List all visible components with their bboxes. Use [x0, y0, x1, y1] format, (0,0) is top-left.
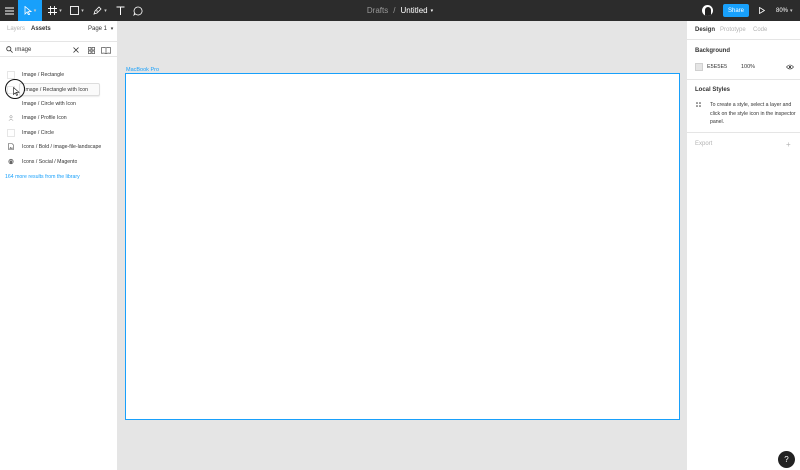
tab-design[interactable]: Design: [695, 27, 715, 33]
comment-bubble-icon: [133, 6, 143, 16]
background-opacity-value[interactable]: 100%: [741, 64, 755, 70]
page-selector[interactable]: Page 1 ▾: [88, 26, 113, 32]
move-tool-button[interactable]: ▾: [18, 0, 42, 21]
background-section-title: Background: [695, 48, 731, 54]
rectangle-thumb-icon: [7, 70, 15, 79]
chevron-down-icon: ▾: [104, 7, 107, 14]
main-menu-button[interactable]: [0, 0, 18, 21]
asset-label: Icons / Social / Magento: [22, 158, 78, 165]
background-hex-value[interactable]: E5E5E5: [707, 64, 727, 70]
asset-item[interactable]: Image / Circle: [0, 126, 118, 139]
eye-icon[interactable]: [786, 64, 794, 70]
divider: [687, 39, 800, 40]
asset-label: Image / Rectangle with Icon: [24, 86, 89, 93]
circle-icon-thumb-icon: [7, 99, 15, 108]
zoom-label: 80%: [776, 7, 789, 14]
macbook-pro-frame[interactable]: [125, 73, 680, 420]
clear-search-button[interactable]: [72, 46, 80, 54]
help-button[interactable]: ?: [778, 451, 795, 468]
frame-tool-button[interactable]: ▾: [44, 0, 66, 21]
present-button[interactable]: [757, 6, 766, 15]
asset-label: Icons / Bold / image-file-landscape: [22, 143, 102, 150]
local-styles-title: Local Styles: [695, 87, 731, 93]
export-section-title: Export: [695, 141, 713, 147]
asset-search-row: [0, 41, 118, 57]
toolbar: ▾ ▾ ▾ ▾ Drafts / Untitled ▾ Share 80% ▾: [0, 0, 800, 21]
grid-view-button[interactable]: [87, 46, 95, 54]
text-tool-button[interactable]: [112, 0, 128, 21]
chevron-down-icon: ▾: [110, 26, 114, 32]
tab-assets[interactable]: Assets: [31, 26, 51, 32]
divider: [687, 132, 800, 133]
hamburger-menu-icon: [4, 7, 14, 14]
divider: [687, 79, 800, 80]
asset-label: Image / Circle: [22, 129, 54, 136]
magento-icon: [7, 157, 15, 166]
breadcrumb-separator: /: [393, 6, 396, 15]
close-icon: [73, 47, 79, 53]
local-styles-description: To create a style, select a layer and cl…: [710, 102, 796, 125]
frame-hash-icon: [48, 6, 58, 15]
share-button[interactable]: Share: [723, 4, 749, 17]
tab-code[interactable]: Code: [753, 27, 767, 33]
left-panel-tabs: Layers Assets Page 1 ▾: [0, 21, 118, 39]
chevron-down-icon: ▾: [81, 7, 84, 14]
team-library-button[interactable]: [101, 46, 111, 54]
chevron-down-icon: ▾: [33, 7, 37, 14]
pen-icon: [93, 6, 102, 15]
text-t-icon: [116, 6, 124, 15]
breadcrumb-drafts[interactable]: Drafts: [367, 6, 388, 15]
chevron-down-icon[interactable]: ▾: [431, 8, 434, 14]
grid-view-icon: [87, 46, 95, 54]
book-library-icon: [101, 46, 111, 54]
chevron-down-icon: ▾: [790, 7, 793, 14]
add-export-plus-icon[interactable]: +: [786, 140, 791, 149]
avatar[interactable]: [702, 5, 713, 16]
rectangle-icon: [70, 6, 80, 15]
chevron-down-icon: ▾: [59, 7, 62, 14]
asset-label: Image / Circle with Icon: [22, 100, 76, 107]
page-selector-label: Page 1: [88, 26, 108, 32]
image-file-icon: [7, 142, 15, 151]
circle-thumb-icon: [7, 128, 15, 137]
comment-tool-button[interactable]: [130, 0, 146, 21]
asset-label: Image / Profile Icon: [22, 114, 67, 121]
cursor-arrow-icon: [24, 6, 32, 15]
search-icon: [6, 46, 13, 53]
asset-label: Image / Rectangle: [22, 71, 65, 78]
more-results-link[interactable]: 164 more results from the library: [5, 174, 80, 180]
profile-icon-thumb-icon: [7, 113, 15, 122]
styles-grid-icon: [696, 102, 701, 107]
shape-tool-button[interactable]: ▾: [66, 0, 88, 21]
asset-item[interactable]: Icons / Social / Magento: [0, 155, 118, 168]
asset-item[interactable]: Image / Circle with Icon: [0, 97, 118, 110]
zoom-selector[interactable]: 80% ▾: [776, 0, 793, 21]
play-icon: [758, 7, 765, 14]
asset-search-input[interactable]: [15, 44, 65, 55]
file-name[interactable]: Untitled: [400, 6, 427, 15]
asset-item[interactable]: Icons / Bold / image-file-landscape: [0, 140, 118, 153]
background-color-swatch[interactable]: [695, 63, 703, 71]
asset-item[interactable]: Image / Profile Icon: [0, 111, 118, 124]
pen-tool-button[interactable]: ▾: [89, 0, 111, 21]
tab-layers[interactable]: Layers: [7, 26, 25, 32]
right-panel: Design Prototype Code Background E5E5E5 …: [686, 21, 800, 470]
tab-prototype[interactable]: Prototype: [720, 27, 746, 33]
mouse-pointer-icon: [13, 87, 20, 96]
